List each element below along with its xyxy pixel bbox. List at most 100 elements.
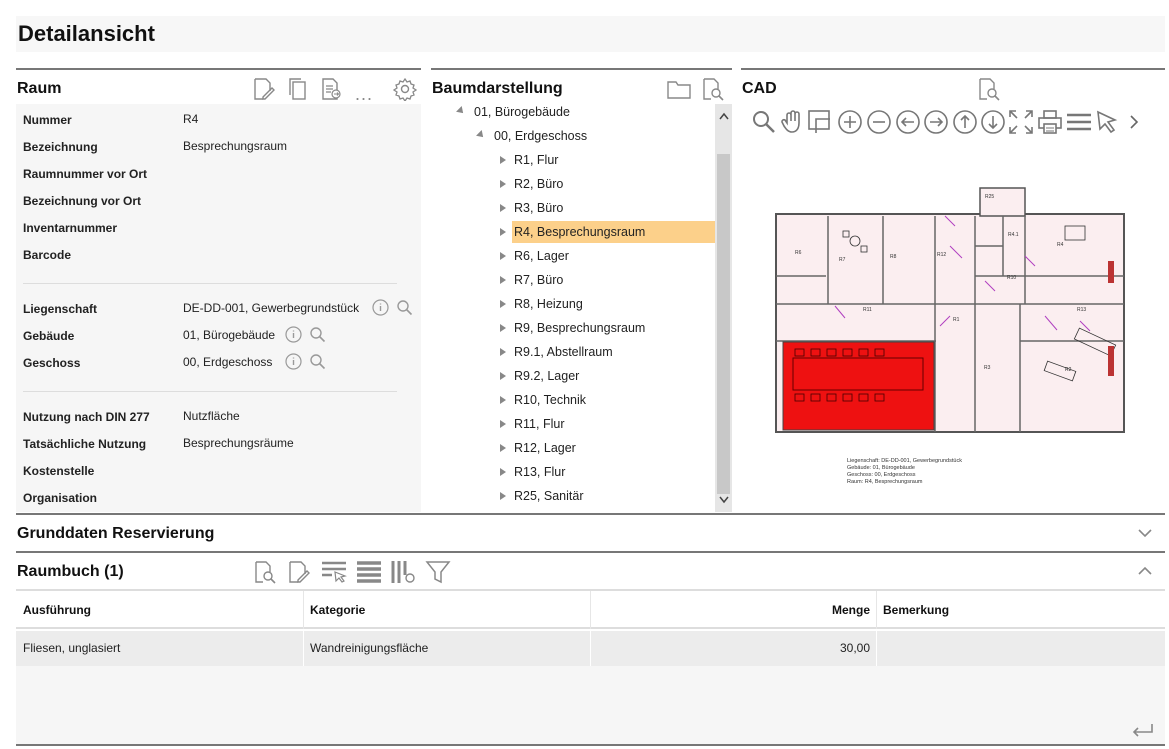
column-header[interactable]: Bemerkung [883,603,949,617]
hand-icon[interactable] [780,109,806,135]
document-search-icon[interactable] [976,77,1000,101]
expand-toggle[interactable] [500,420,506,428]
info-icon[interactable] [285,326,302,343]
expand-toggle[interactable] [500,276,506,284]
column-header[interactable]: Menge [596,603,870,617]
tree-item-room[interactable]: R12, Lager [512,437,576,459]
filter-icon[interactable] [425,560,451,584]
tree-title: Baumdarstellung [432,80,563,97]
copy-icon[interactable] [287,77,311,101]
chevron-down-icon[interactable] [1137,527,1153,539]
search-icon[interactable] [309,326,326,343]
pointer-icon[interactable] [1095,109,1121,135]
room-label: R10 [1007,275,1016,281]
tree-item-room[interactable]: R8, Heizung [512,293,583,315]
tree-item-room[interactable]: R9.1, Abstellraum [512,341,613,363]
fit-icon[interactable] [1008,109,1034,135]
field-label: Nummer [23,113,72,127]
document-search-icon[interactable] [252,560,276,584]
expand-toggle[interactable] [500,156,506,164]
expand-toggle[interactable] [500,300,506,308]
chevron-up-icon[interactable] [1137,565,1153,577]
tree-item-room[interactable]: R11, Flur [512,413,564,435]
expand-toggle[interactable] [500,348,506,356]
expand-toggle[interactable] [500,204,506,212]
tree-item-room[interactable]: R9.2, Lager [512,365,579,387]
expand-toggle[interactable] [500,252,506,260]
tree-item-room[interactable]: R9, Besprechungsraum [512,317,645,339]
arrow-right-icon[interactable] [923,109,949,135]
column-header[interactable]: Ausführung [23,603,91,617]
expand-toggle[interactable] [500,492,506,500]
zoom-out-icon[interactable] [866,109,892,135]
tree-floor[interactable]: 00, Erdgeschoss [492,125,587,147]
expand-toggle[interactable] [500,444,506,452]
expand-toggle[interactable] [500,468,506,476]
gear-icon[interactable] [393,77,417,101]
tree-item-room[interactable]: R7, Büro [512,269,563,291]
edit-icon[interactable] [251,77,275,101]
more-actions-button[interactable]: ... [355,84,373,105]
field-label: Gebäude [23,329,75,343]
arrow-up-icon[interactable] [952,109,978,135]
select-area-icon[interactable] [807,109,833,135]
tree-divider [431,68,732,70]
arrow-left-icon[interactable] [895,109,921,135]
info-icon[interactable] [285,353,302,370]
tree-item-room[interactable]: R3, Büro [512,197,563,219]
field-label: Barcode [23,248,72,262]
field-label: Liegenschaft [23,302,98,316]
columns-settings-icon[interactable] [390,560,416,584]
expand-toggle[interactable] [500,228,506,236]
table-select-icon[interactable] [321,560,347,584]
return-icon[interactable] [1130,722,1156,740]
field-label: Bezeichnung vor Ort [23,194,142,208]
rows-icon[interactable] [356,560,382,584]
floor-plan[interactable]: R25 R6 R7 R8 R12 R4 R11 R13 R1 R10 R3 R2… [775,186,1127,436]
scroll-up-icon[interactable] [719,112,729,120]
scrollbar-thumb[interactable] [717,154,730,494]
col-divider [590,591,591,629]
collapse-toggle[interactable] [456,106,466,116]
tree-item-room[interactable]: R25, Sanitär [512,485,583,507]
search-icon[interactable] [396,299,413,316]
tree-scrollbar[interactable] [715,104,732,512]
folder-icon[interactable] [666,77,692,101]
cell-menge: 30,00 [839,641,870,655]
zoom-icon[interactable] [751,109,777,135]
expand-toggle[interactable] [500,372,506,380]
tree-item-room[interactable]: R1, Flur [512,149,558,171]
tree-item-room[interactable]: R2, Büro [512,173,563,195]
scroll-down-icon[interactable] [719,496,729,504]
collapse-toggle[interactable] [476,130,486,140]
field-value: Besprechungsräume [183,436,294,450]
menu-icon[interactable] [1066,109,1092,135]
tree-item-room[interactable]: R6, Lager [512,245,569,267]
tree-item-room[interactable]: R10, Technik [512,389,586,411]
document-search-icon[interactable] [700,77,724,101]
tree-item-room[interactable]: R4, Besprechungsraum [512,221,715,243]
table-empty-area [16,666,1165,744]
field-value: 01, Bürogebäude [183,328,276,342]
field-label: Geschoss [23,356,81,370]
tree-item-room[interactable]: R13, Flur [512,461,565,483]
more-icon[interactable] [1128,114,1140,130]
room-label: R11 [863,307,872,313]
edit-icon[interactable] [286,560,310,584]
expand-toggle[interactable] [500,324,506,332]
info-icon[interactable] [372,299,389,316]
document-arrow-icon[interactable] [319,77,343,101]
tree-building[interactable]: 01, Bürogebäude [472,104,570,123]
grunddaten-title[interactable]: Grunddaten Reservierung [17,525,214,543]
print-icon[interactable] [1037,109,1063,135]
search-icon[interactable] [309,353,326,370]
table-row[interactable]: Fliesen, unglasiert Wandreinigungsfläche… [16,631,1165,666]
plan-legend: Liegenschaft: DE-DD-001, Gewerbegrundstü… [847,458,962,486]
field-label: Raumnummer vor Ort [23,167,148,181]
room-label: R3 [984,365,991,371]
expand-toggle[interactable] [500,396,506,404]
arrow-down-icon[interactable] [980,109,1006,135]
expand-toggle[interactable] [500,180,506,188]
zoom-in-icon[interactable] [837,109,863,135]
column-header[interactable]: Kategorie [310,603,365,617]
